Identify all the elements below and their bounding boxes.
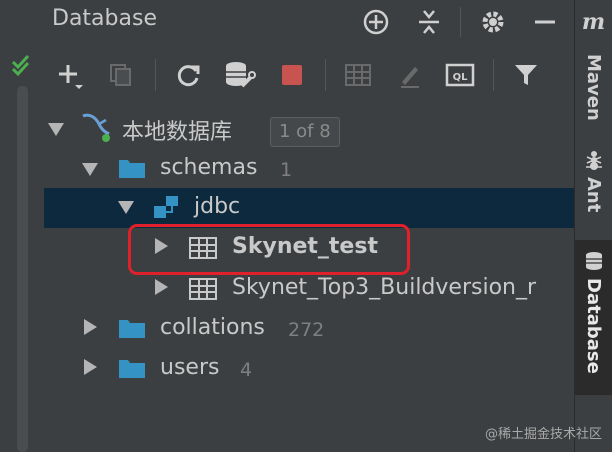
folder-icon [119, 160, 145, 178]
tab-maven-label: Maven [583, 53, 604, 121]
gutter-scrollbar[interactable] [17, 86, 28, 452]
collations-label: collations [160, 315, 265, 340]
crosshair-icon[interactable] [361, 7, 391, 37]
stop-button[interactable] [274, 57, 310, 93]
schema-icon [154, 196, 178, 218]
chevron-right-icon[interactable] [84, 359, 97, 375]
folder-icon [119, 360, 145, 378]
mysql-dolphin-icon [82, 113, 110, 142]
edit-button[interactable] [392, 57, 428, 93]
folder-icon [119, 320, 145, 338]
collapse-all-icon[interactable] [414, 7, 444, 37]
filter-button[interactable] [508, 57, 544, 93]
toolbar-divider [155, 59, 156, 91]
check-icon [11, 54, 30, 77]
pencil-icon [401, 67, 419, 88]
tab-database[interactable]: Database [575, 240, 612, 395]
query-console-button[interactable]: QL [442, 57, 478, 93]
toolbar-divider [325, 59, 326, 91]
plus-icon [59, 65, 83, 89]
refresh-button[interactable] [170, 57, 206, 93]
users-count: 4 [240, 359, 253, 381]
add-button[interactable] [52, 57, 88, 93]
panel-title: Database [52, 6, 157, 31]
tab-maven[interactable]: Maven [575, 42, 612, 132]
table-editor-button[interactable] [340, 57, 376, 93]
ql-console-icon: QL [445, 63, 475, 87]
chevron-down-icon[interactable] [118, 201, 134, 214]
schemas-label: schemas [160, 155, 258, 180]
tab-ant-label: Ant [583, 177, 604, 213]
table-label: Skynet_Top3_Buildversion_r [232, 275, 537, 300]
gear-icon[interactable] [478, 7, 508, 37]
refresh-icon [177, 65, 200, 87]
ant-icon [585, 151, 602, 170]
minimize-icon[interactable] [530, 7, 560, 37]
copy-icon [110, 64, 131, 86]
tab-ant[interactable]: Ant [575, 145, 612, 235]
table-icon [189, 278, 217, 300]
datasource-label: 本地数据库 [122, 120, 233, 145]
chevron-down-icon[interactable] [48, 123, 64, 136]
users-label: users [160, 355, 220, 380]
chevron-right-icon[interactable] [155, 279, 168, 295]
svg-text:QL: QL [453, 72, 469, 83]
database-icon [585, 252, 602, 270]
duplicate-button[interactable] [103, 57, 139, 93]
toolbar-divider [493, 59, 494, 91]
db-wrench-icon [226, 62, 256, 88]
table-grid-icon [345, 64, 371, 86]
collations-count: 272 [288, 319, 325, 341]
pager-badge[interactable]: 1 of 8 [270, 117, 340, 147]
chevron-down-icon[interactable] [82, 163, 98, 176]
data-source-properties-button[interactable] [222, 57, 258, 93]
schema-label: jdbc [194, 194, 241, 219]
schemas-count: 1 [280, 159, 293, 181]
header-divider [460, 7, 461, 37]
stop-icon [282, 65, 302, 85]
tab-database-label: Database [583, 278, 604, 374]
filter-icon [515, 65, 537, 85]
chevron-right-icon[interactable] [84, 319, 97, 335]
maven-logo: m [581, 9, 606, 35]
watermark: @稀土掘金技术社区 [484, 427, 602, 442]
